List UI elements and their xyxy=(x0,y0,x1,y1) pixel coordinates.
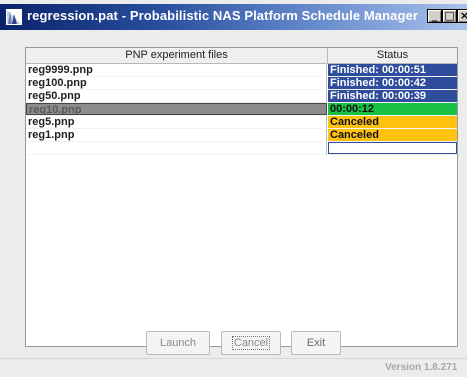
column-header-files[interactable]: PNP experiment files xyxy=(26,48,328,63)
status-divider xyxy=(0,358,467,359)
status-cell xyxy=(328,142,457,154)
version-label: Version 1.8.271 xyxy=(385,362,458,373)
status-cell: Canceled xyxy=(328,116,457,128)
status-cell: Canceled xyxy=(328,129,457,141)
app-icon xyxy=(6,9,22,25)
file-cell[interactable]: reg10.pnp xyxy=(26,103,327,115)
exit-button[interactable]: Exit xyxy=(291,331,341,355)
status-cell: Finished: 00:00:39 xyxy=(328,90,457,102)
file-cell[interactable]: reg5.pnp xyxy=(26,116,327,128)
table-header: PNP experiment files Status xyxy=(26,48,457,64)
window-title: regression.pat - Probabilistic NAS Platf… xyxy=(27,8,419,23)
file-cell[interactable]: reg50.pnp xyxy=(26,90,327,102)
status-cell: Finished: 00:00:51 xyxy=(328,64,457,76)
table-row[interactable]: reg5.pnp Canceled xyxy=(26,116,457,129)
column-header-status[interactable]: Status xyxy=(328,48,457,63)
file-cell[interactable]: reg100.pnp xyxy=(26,77,327,89)
experiment-table[interactable]: PNP experiment files Status reg9999.pnp F… xyxy=(25,47,458,347)
status-cell: Finished: 00:00:42 xyxy=(328,77,457,89)
close-button[interactable]: × xyxy=(457,9,467,23)
table-row[interactable]: reg10.pnp 00:00:12 xyxy=(26,103,457,116)
cancel-button[interactable]: Cancel xyxy=(221,331,281,355)
table-row[interactable]: reg9999.pnp Finished: 00:00:51 xyxy=(26,64,457,77)
app-window: regression.pat - Probabilistic NAS Platf… xyxy=(0,0,467,377)
file-cell[interactable]: reg1.pnp xyxy=(26,129,327,141)
cancel-button-label: Cancel xyxy=(231,336,271,350)
table-row[interactable]: reg1.pnp Canceled xyxy=(26,129,457,142)
table-row[interactable]: reg100.pnp Finished: 00:00:42 xyxy=(26,77,457,90)
file-cell[interactable] xyxy=(26,142,327,154)
table-row[interactable]: reg50.pnp Finished: 00:00:39 xyxy=(26,90,457,103)
file-cell[interactable]: reg9999.pnp xyxy=(26,64,327,76)
status-cell: 00:00:12 xyxy=(328,103,457,115)
title-bar[interactable]: regression.pat - Probabilistic NAS Platf… xyxy=(0,4,467,30)
table-row[interactable] xyxy=(26,142,457,155)
maximize-button[interactable]: □ xyxy=(442,9,457,23)
minimize-button[interactable]: _ xyxy=(427,9,442,23)
launch-button[interactable]: Launch xyxy=(146,331,210,355)
